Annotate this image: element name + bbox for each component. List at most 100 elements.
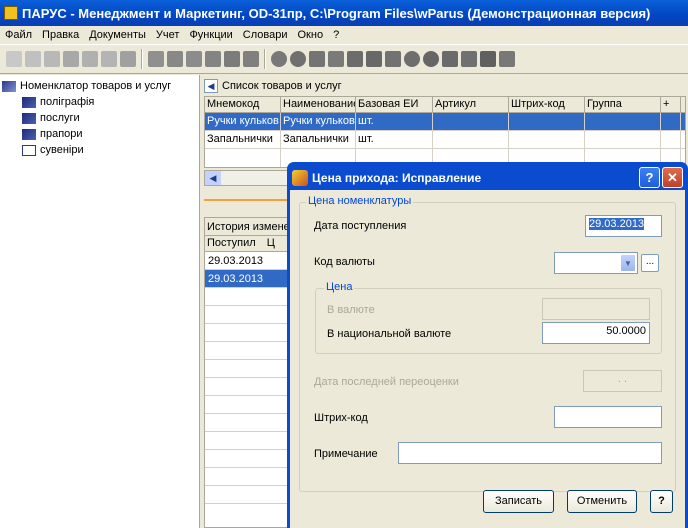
table-row[interactable]: Ручки кульков Ручки кульков шт. bbox=[205, 113, 685, 131]
chart-icon[interactable] bbox=[347, 51, 363, 67]
new-icon[interactable] bbox=[6, 51, 22, 67]
history-row-empty bbox=[205, 360, 293, 378]
copy-stack-icon[interactable] bbox=[243, 51, 259, 67]
history-row[interactable]: 29.03.2013 bbox=[205, 252, 293, 270]
dialog-close-button[interactable]: ✕ bbox=[662, 167, 683, 188]
tree-item-label: прапори bbox=[40, 128, 83, 140]
tree-item-polygraphy[interactable]: поліграфія bbox=[22, 94, 94, 110]
scroll-left-icon[interactable]: ◀ bbox=[205, 171, 221, 185]
history-column-label-2: Ц bbox=[266, 237, 275, 249]
print-icon[interactable] bbox=[101, 51, 117, 67]
column-header[interactable]: Наименование bbox=[281, 97, 356, 112]
dialog-titlebar[interactable]: Цена прихода: Исправление bbox=[290, 165, 685, 190]
document-icon[interactable] bbox=[186, 51, 202, 67]
in-currency-label: В валюте bbox=[327, 304, 375, 316]
folder-icon[interactable] bbox=[205, 51, 221, 67]
box-icon[interactable] bbox=[120, 51, 136, 67]
app-icon bbox=[4, 6, 18, 20]
date-value: 29.03.2013 bbox=[589, 218, 645, 230]
column-header-add[interactable]: + bbox=[661, 97, 681, 112]
history-column-header[interactable]: Поступил Ц bbox=[205, 236, 293, 252]
history-panel: История изменений Поступил Ц 29.03.2013 … bbox=[204, 217, 294, 528]
column-header[interactable]: Мнемокод bbox=[205, 97, 281, 112]
column-header[interactable]: Группа bbox=[585, 97, 661, 112]
mail-icon[interactable] bbox=[442, 51, 458, 67]
table-cell bbox=[433, 113, 509, 130]
package-icon[interactable] bbox=[385, 51, 401, 67]
menu-accounting[interactable]: Учет bbox=[151, 29, 185, 41]
tree-item-services[interactable]: послуги bbox=[22, 110, 80, 126]
column-header[interactable]: Базовая ЕИ bbox=[356, 97, 433, 112]
menu-functions[interactable]: Функции bbox=[184, 29, 237, 41]
date-input[interactable]: 29.03.2013 bbox=[585, 215, 662, 237]
barcode-label: Штрих-код bbox=[314, 412, 368, 424]
cart-icon[interactable] bbox=[461, 51, 477, 67]
goods-panel-header: ◀ Список товаров и услуг bbox=[202, 77, 688, 95]
history-row-empty bbox=[205, 306, 293, 324]
history-row-empty bbox=[205, 486, 293, 504]
history-column-label: Поступил bbox=[207, 237, 256, 249]
save-button[interactable]: Записать bbox=[483, 490, 554, 513]
history-row-empty bbox=[205, 468, 293, 486]
history-row-empty bbox=[205, 396, 293, 414]
in-currency-input bbox=[542, 298, 650, 320]
truck-icon[interactable] bbox=[148, 51, 164, 67]
tree-item-flags[interactable]: прапори bbox=[22, 126, 83, 142]
book-icon bbox=[22, 128, 36, 140]
column-header[interactable]: Штрих-код bbox=[509, 97, 585, 112]
collapse-left-icon[interactable]: ◀ bbox=[204, 79, 218, 93]
menu-help[interactable]: ? bbox=[328, 29, 344, 41]
cancel-button[interactable]: Отменить bbox=[567, 490, 637, 513]
currency-lookup-button[interactable]: ... bbox=[641, 254, 659, 272]
menu-dictionaries[interactable]: Словари bbox=[238, 29, 293, 41]
table-cell: шт. bbox=[356, 113, 433, 130]
grid-icon[interactable] bbox=[499, 51, 515, 67]
help-button[interactable]: ? bbox=[650, 490, 673, 513]
book-icon bbox=[22, 96, 36, 108]
history-row[interactable]: 29.03.2013 bbox=[205, 270, 293, 288]
table-cell bbox=[585, 131, 661, 148]
clock-icon[interactable] bbox=[423, 51, 439, 67]
dialog-help-button[interactable]: ? bbox=[639, 167, 660, 188]
stack-icon[interactable] bbox=[224, 51, 240, 67]
tree-item-label: поліграфія bbox=[40, 96, 95, 108]
check-icon[interactable] bbox=[328, 51, 344, 67]
national-currency-input[interactable]: 50.0000 bbox=[542, 322, 650, 344]
splitter[interactable] bbox=[204, 199, 294, 201]
table-row[interactable]: Запальнички Запальнички шт. bbox=[205, 131, 685, 149]
user-icon[interactable] bbox=[271, 51, 287, 67]
tree-root[interactable]: Номенклатор товаров и услуг bbox=[2, 78, 171, 94]
last-revaluation-label: Дата последней переоценки bbox=[314, 376, 459, 388]
history-row-empty bbox=[205, 432, 293, 450]
menu-documents[interactable]: Документы bbox=[84, 29, 151, 41]
calculator-icon[interactable] bbox=[366, 51, 382, 67]
transfer-icon[interactable] bbox=[309, 51, 325, 67]
toolbar bbox=[0, 44, 688, 74]
delete-icon[interactable] bbox=[63, 51, 79, 67]
history-row-empty bbox=[205, 414, 293, 432]
horizontal-scrollbar[interactable]: ◀ bbox=[204, 170, 294, 186]
edit-icon[interactable] bbox=[44, 51, 60, 67]
toolbar-separator bbox=[141, 49, 143, 69]
copy-icon[interactable] bbox=[25, 51, 41, 67]
column-header[interactable]: Артикул bbox=[433, 97, 509, 112]
table-cell bbox=[509, 131, 585, 148]
settings-icon[interactable] bbox=[480, 51, 496, 67]
menu-edit[interactable]: Правка bbox=[37, 29, 84, 41]
chevron-down-icon[interactable]: ▼ bbox=[620, 254, 636, 272]
table-cell: Запальнички bbox=[205, 131, 281, 148]
note-input[interactable] bbox=[398, 442, 662, 464]
book-icon bbox=[22, 112, 36, 124]
tree-item-souvenirs[interactable]: сувеніри bbox=[22, 142, 84, 158]
menu-window[interactable]: Окно bbox=[293, 29, 329, 41]
barcode-input[interactable] bbox=[554, 406, 662, 428]
gear-icon[interactable] bbox=[290, 51, 306, 67]
table-cell: Ручки кульков bbox=[281, 113, 356, 130]
monitor-icon[interactable] bbox=[167, 51, 183, 67]
history-row-empty bbox=[205, 342, 293, 360]
history-row-empty bbox=[205, 288, 293, 306]
table-cell: шт. bbox=[356, 131, 433, 148]
menu-file[interactable]: Файл bbox=[0, 29, 37, 41]
filter-icon[interactable] bbox=[82, 51, 98, 67]
disc-icon[interactable] bbox=[404, 51, 420, 67]
